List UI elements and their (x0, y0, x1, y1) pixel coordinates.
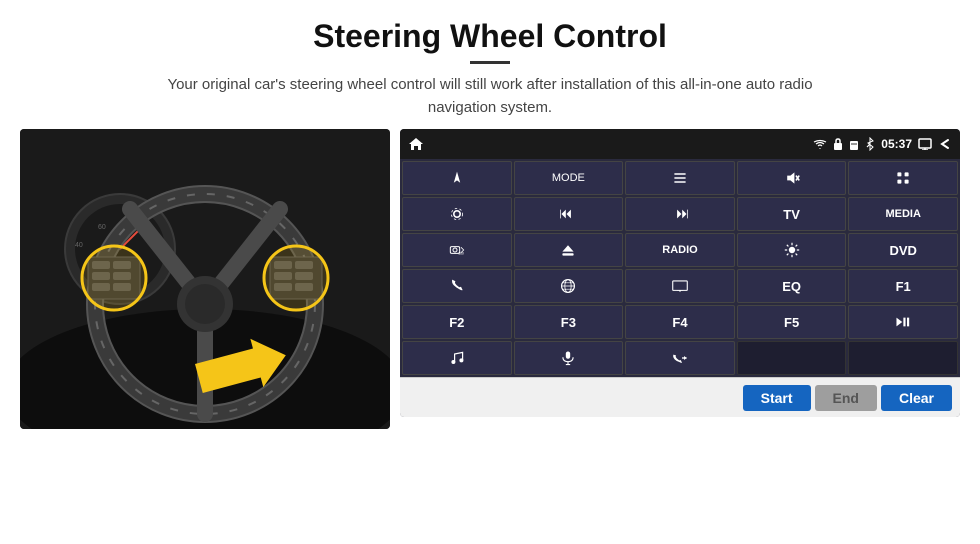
navigation-icon (449, 170, 465, 186)
prev-button[interactable] (514, 197, 624, 231)
screen-button[interactable] (625, 269, 735, 303)
subtitle: Your original car's steering wheel contr… (140, 74, 840, 119)
mic-button[interactable] (514, 341, 624, 375)
header-section: Steering Wheel Control Your original car… (0, 0, 980, 129)
content-area: 60 80 100 40 (0, 129, 980, 544)
mute-button[interactable] (737, 161, 847, 195)
music-icon (449, 350, 465, 366)
playpause-button[interactable] (848, 305, 958, 339)
call-icon (672, 350, 688, 366)
media-button[interactable]: MEDIA (848, 197, 958, 231)
wifi-icon (813, 139, 827, 150)
eject-button[interactable] (514, 233, 624, 267)
page-wrapper: Steering Wheel Control Your original car… (0, 0, 980, 544)
globe-button[interactable] (514, 269, 624, 303)
mute-icon (784, 170, 800, 186)
bluetooth-icon (865, 137, 875, 151)
mic-icon (560, 350, 576, 366)
lock-icon (833, 138, 843, 150)
steering-wheel-image: 60 80 100 40 (20, 129, 390, 429)
mode-button[interactable]: MODE (514, 161, 624, 195)
tv-button[interactable]: TV (737, 197, 847, 231)
f4-button[interactable]: F4 (625, 305, 735, 339)
brightness-button[interactable] (737, 233, 847, 267)
sd-icon (849, 138, 859, 150)
apps-icon (895, 170, 911, 186)
status-right: 05:37 (813, 137, 952, 151)
list-icon (672, 170, 688, 186)
end-button[interactable]: End (815, 385, 877, 411)
control-panel: 05:37 (400, 129, 960, 417)
nav-button[interactable] (402, 161, 512, 195)
status-bar: 05:37 (400, 129, 960, 159)
home-icon (408, 137, 424, 151)
phone-icon (449, 278, 465, 294)
call-button[interactable] (625, 341, 735, 375)
f2-button[interactable]: F2 (402, 305, 512, 339)
empty-btn-2 (848, 341, 958, 375)
dvd-button[interactable]: DVD (848, 233, 958, 267)
next-button[interactable] (625, 197, 735, 231)
next-icon (672, 206, 688, 222)
brightness-icon (784, 242, 800, 258)
page-title: Steering Wheel Control (40, 18, 940, 55)
clear-button[interactable]: Clear (881, 385, 952, 411)
f3-button[interactable]: F3 (514, 305, 624, 339)
globe-icon (560, 278, 576, 294)
button-grid: MODE (400, 159, 960, 377)
status-time: 05:37 (881, 137, 912, 151)
back-icon (938, 138, 952, 150)
settings-icon (449, 206, 465, 222)
eq-button[interactable]: EQ (737, 269, 847, 303)
cam360-icon: 360 (449, 242, 465, 258)
f5-button[interactable]: F5 (737, 305, 847, 339)
svg-text:40: 40 (75, 242, 83, 249)
apps-button[interactable] (848, 161, 958, 195)
music-button[interactable] (402, 341, 512, 375)
settings-button[interactable] (402, 197, 512, 231)
radio-button[interactable]: RADIO (625, 233, 735, 267)
mirror-icon (918, 138, 932, 150)
screen-icon (672, 278, 688, 294)
status-left (408, 137, 424, 151)
cam360-button[interactable]: 360 (402, 233, 512, 267)
eject-icon (560, 242, 576, 258)
prev-icon (560, 206, 576, 222)
start-button[interactable]: Start (743, 385, 811, 411)
bottom-action-bar: Start End Clear (400, 377, 960, 417)
empty-btn-1 (737, 341, 847, 375)
list-button[interactable] (625, 161, 735, 195)
playpause-icon (895, 314, 911, 330)
title-divider (470, 61, 510, 64)
phone-button[interactable] (402, 269, 512, 303)
f1-button[interactable]: F1 (848, 269, 958, 303)
svg-text:60: 60 (98, 224, 106, 231)
